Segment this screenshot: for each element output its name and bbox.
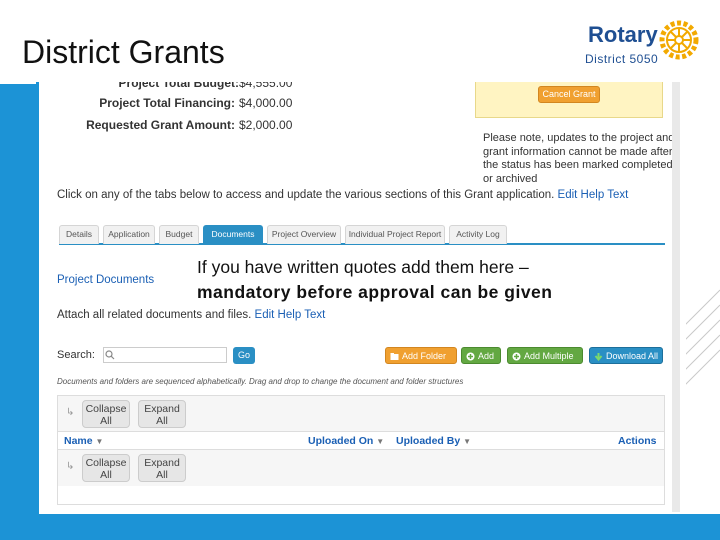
edit-help-text-link-2[interactable]: Edit Help Text xyxy=(255,309,326,321)
expand-label-1: Expand xyxy=(144,403,180,415)
collapse-label-2: All xyxy=(100,415,112,427)
tabs-instructions: Click on any of the tabs below to access… xyxy=(57,189,628,201)
column-uploaded-on[interactable]: Uploaded On ▼ xyxy=(308,435,384,447)
download-all-label: Download All xyxy=(606,351,659,361)
expand-all-button-bottom[interactable]: Expand All xyxy=(138,454,186,482)
tab-activity-log[interactable]: Activity Log xyxy=(449,225,507,244)
attach-text: Attach all related documents and files. xyxy=(57,309,252,321)
tab-application[interactable]: Application xyxy=(103,225,155,244)
search-icon xyxy=(105,350,115,360)
download-all-button[interactable]: Download All xyxy=(589,347,663,364)
add-label: Add xyxy=(478,351,495,361)
edit-help-text-link[interactable]: Edit Help Text xyxy=(558,189,629,201)
annotation-line-2: mandatory before approval can be given xyxy=(197,282,553,302)
financing-value-row: $4,000.00 xyxy=(239,96,319,110)
add-folder-label: Add Folder xyxy=(402,351,447,361)
budget-value-row: $4,555.00 xyxy=(239,82,319,90)
tab-budget[interactable]: Budget xyxy=(159,225,199,244)
financing-row: Project Total Financing: xyxy=(43,96,235,110)
column-uploaded-by[interactable]: Uploaded By ▼ xyxy=(396,435,471,447)
logo-district: District 5050 xyxy=(585,52,659,66)
plus-icon xyxy=(466,352,475,361)
collapse-label-1: Collapse xyxy=(85,403,127,415)
documents-grid: ↳ Collapse All Expand All Name ▼ Uploade… xyxy=(57,395,665,505)
add-multiple-label: Add Multiple xyxy=(524,351,574,361)
collapse-label-1: Collapse xyxy=(85,457,127,469)
expand-label-2: All xyxy=(156,415,168,427)
requested-label: Requested Grant Amount: xyxy=(86,118,235,132)
collapse-label-2: All xyxy=(100,469,112,481)
slide-blue-band-bottom xyxy=(0,514,720,540)
add-folder-button[interactable]: Add Folder xyxy=(385,347,457,364)
tree-controls-top: ↳ Collapse All Expand All xyxy=(58,396,664,432)
financing-label: Project Total Financing: xyxy=(99,96,235,110)
download-icon xyxy=(594,353,603,361)
add-multiple-button[interactable]: Add Multiple xyxy=(507,347,583,364)
slide-title: District Grants xyxy=(22,34,225,70)
grant-application-page: Project Total Budget: $4,555.00 Project … xyxy=(43,82,681,512)
requested-row: Requested Grant Amount: xyxy=(43,118,235,132)
column-uploaded-on-label: Uploaded On xyxy=(308,435,374,447)
collapse-all-button-bottom[interactable]: Collapse All xyxy=(82,454,130,482)
tab-details[interactable]: Details xyxy=(59,225,99,244)
sort-note: Documents and folders are sequenced alph… xyxy=(57,377,464,386)
project-documents-title: Project Documents xyxy=(57,274,155,286)
tab-documents[interactable]: Documents xyxy=(203,225,263,244)
slide-blue-band-left xyxy=(0,84,36,540)
annotation-callout: If you have written quotes add them here… xyxy=(193,253,673,307)
indent-arrow-icon: ↳ xyxy=(66,461,75,472)
budget-value: $4,555.00 xyxy=(239,82,293,90)
rotary-logo: Rotary District 5050 xyxy=(583,16,703,72)
tabs-instructions-text: Click on any of the tabs below to access… xyxy=(57,189,555,201)
scrollbar[interactable] xyxy=(672,82,680,512)
cancel-grant-button[interactable]: Cancel Grant xyxy=(538,86,600,103)
column-header-row: Name ▼ Uploaded On ▼ Uploaded By ▼ Actio… xyxy=(58,432,664,450)
search-go-button[interactable]: Go xyxy=(233,347,255,364)
rotary-wheel-icon xyxy=(659,20,699,60)
tab-bar: Details Application Budget Documents Pro… xyxy=(59,225,665,245)
column-name-label: Name xyxy=(64,435,93,447)
tree-controls-bottom: ↳ Collapse All Expand All xyxy=(58,450,664,486)
column-name[interactable]: Name ▼ xyxy=(64,435,103,447)
expand-all-button[interactable]: Expand All xyxy=(138,400,186,428)
status-note: Please note, updates to the project and … xyxy=(483,132,675,185)
logo-wordmark: Rotary xyxy=(588,22,658,47)
expand-label-1: Expand xyxy=(144,457,180,469)
search-label: Search: xyxy=(57,349,95,361)
tab-individual-project-report[interactable]: Individual Project Report xyxy=(345,225,445,244)
financing-value: $4,000.00 xyxy=(239,96,293,110)
column-uploaded-by-label: Uploaded By xyxy=(396,435,461,447)
annotation-line-1: If you have written quotes add them here… xyxy=(197,257,529,277)
expand-label-2: All xyxy=(156,469,168,481)
search-input[interactable] xyxy=(103,347,227,363)
budget-row: Project Total Budget: xyxy=(43,82,243,90)
cancel-grant-panel: Cancel Grant xyxy=(475,82,663,118)
collapse-all-button[interactable]: Collapse All xyxy=(82,400,130,428)
add-multiple-icon xyxy=(512,352,521,361)
budget-label: Project Total Budget: xyxy=(118,82,239,90)
folder-icon xyxy=(390,353,399,360)
indent-arrow-icon: ↳ xyxy=(66,407,75,418)
sort-caret-icon: ▼ xyxy=(376,437,385,446)
sort-caret-icon: ▼ xyxy=(463,437,472,446)
requested-value: $2,000.00 xyxy=(239,118,293,132)
attach-instructions: Attach all related documents and files. … xyxy=(57,309,325,321)
screenshot-frame: Project Total Budget: $4,555.00 Project … xyxy=(36,82,686,514)
add-button[interactable]: Add xyxy=(461,347,501,364)
requested-value-row: $2,000.00 xyxy=(239,118,319,132)
sort-caret-icon: ▼ xyxy=(95,437,104,446)
column-actions: Actions xyxy=(618,435,657,447)
tab-project-overview[interactable]: Project Overview xyxy=(267,225,341,244)
